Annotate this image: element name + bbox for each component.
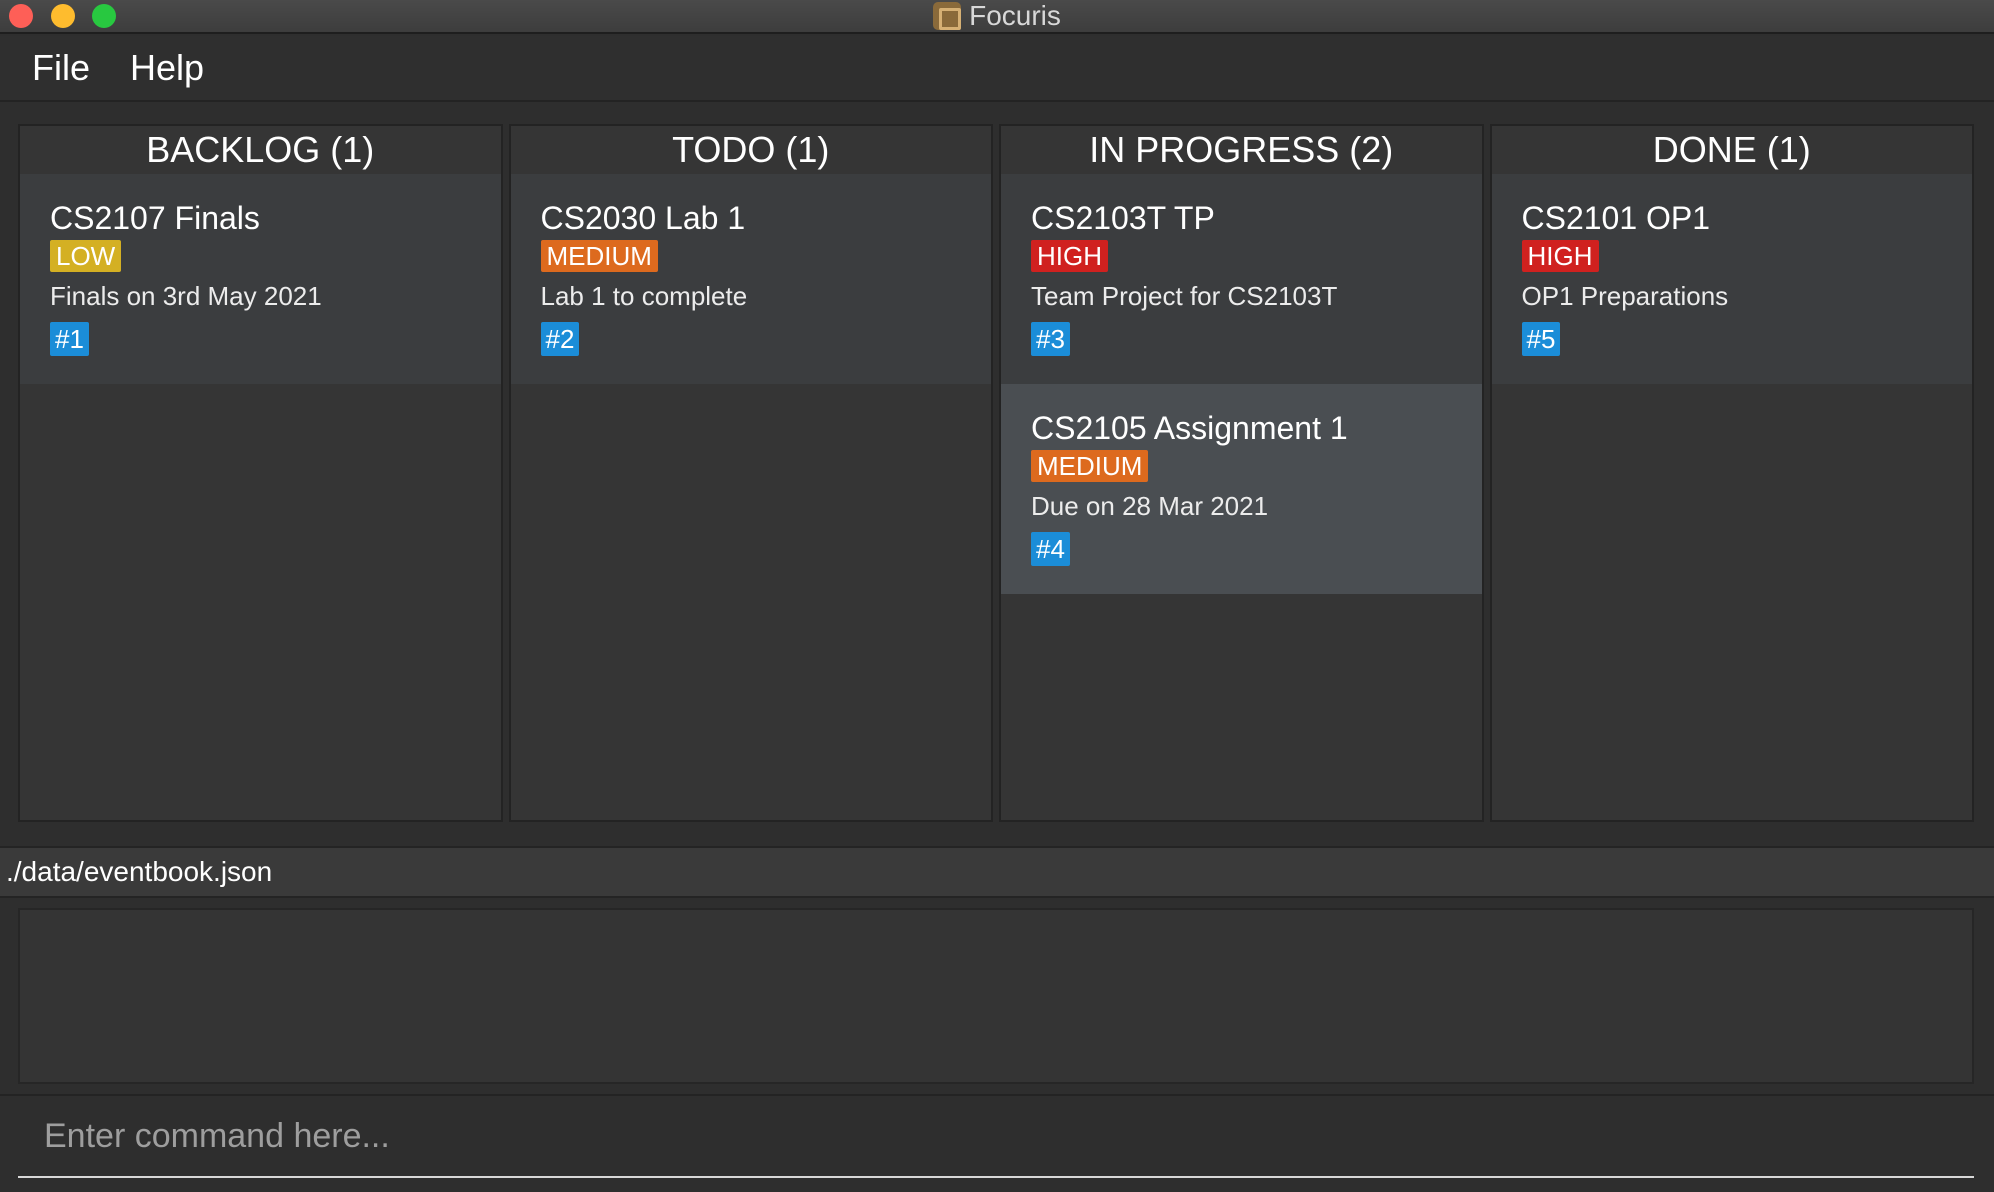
task-description: Team Project for CS2103T bbox=[1031, 281, 1338, 311]
task-title: CS2030 Lab 1 bbox=[540, 200, 746, 236]
priority-badge: LOW bbox=[50, 240, 122, 272]
command-input[interactable] bbox=[18, 1096, 1974, 1178]
task-id-badge: #4 bbox=[1031, 532, 1070, 566]
task-description: Lab 1 to complete bbox=[540, 281, 748, 311]
column-header: IN PROGRESS (2) bbox=[1001, 126, 1482, 174]
data-file-path: ./data/eventbook.json bbox=[6, 856, 273, 887]
task-card[interactable]: CS2101 OP1 HIGH OP1 Preparations #5 bbox=[1491, 174, 1972, 384]
task-description: OP1 Preparations bbox=[1521, 281, 1729, 311]
task-id-badge: #3 bbox=[1031, 322, 1070, 356]
window-titlebar: Focuris bbox=[0, 0, 1994, 34]
menu-file[interactable]: File bbox=[32, 47, 90, 89]
task-card[interactable]: CS2105 Assignment 1 MEDIUM Due on 28 Mar… bbox=[1001, 384, 1482, 594]
task-card[interactable]: CS2107 Finals LOW Finals on 3rd May 2021… bbox=[20, 174, 501, 384]
result-display[interactable] bbox=[18, 908, 1974, 1084]
column-header: TODO (1) bbox=[510, 126, 991, 174]
column-header: DONE (1) bbox=[1491, 126, 1972, 174]
column-todo: TODO (1) CS2030 Lab 1 MEDIUM Lab 1 to co… bbox=[508, 124, 993, 822]
menu-help[interactable]: Help bbox=[130, 47, 204, 89]
app-logo-icon bbox=[933, 2, 962, 30]
task-card[interactable]: CS2030 Lab 1 MEDIUM Lab 1 to complete #2 bbox=[510, 174, 991, 384]
status-bar: ./data/eventbook.json bbox=[0, 846, 1994, 898]
column-header: BACKLOG (1) bbox=[20, 126, 501, 174]
task-id-badge: #1 bbox=[50, 322, 89, 356]
task-title: CS2107 Finals bbox=[50, 200, 260, 236]
task-title: CS2103T TP bbox=[1031, 200, 1215, 236]
priority-badge: MEDIUM bbox=[1031, 450, 1149, 482]
task-title: CS2101 OP1 bbox=[1521, 200, 1711, 236]
kanban-board: BACKLOG (1) CS2107 Finals LOW Finals on … bbox=[18, 124, 1974, 822]
window-title: Focuris bbox=[969, 0, 1061, 31]
task-title: CS2105 Assignment 1 bbox=[1031, 410, 1348, 446]
column-backlog: BACKLOG (1) CS2107 Finals LOW Finals on … bbox=[18, 124, 503, 822]
task-description: Due on 28 Mar 2021 bbox=[1031, 491, 1269, 521]
command-box bbox=[0, 1094, 1994, 1192]
column-in-progress: IN PROGRESS (2) CS2103T TP HIGH Team Pro… bbox=[999, 124, 1484, 822]
priority-badge: HIGH bbox=[1031, 240, 1108, 272]
task-id-badge: #5 bbox=[1521, 322, 1561, 356]
priority-badge: MEDIUM bbox=[540, 240, 658, 272]
task-card[interactable]: CS2103T TP HIGH Team Project for CS2103T… bbox=[1001, 174, 1482, 384]
priority-badge: HIGH bbox=[1521, 240, 1599, 272]
task-description: Finals on 3rd May 2021 bbox=[50, 281, 322, 311]
task-id-badge: #2 bbox=[540, 322, 580, 356]
window-title-group: Focuris bbox=[0, 0, 1994, 32]
column-done: DONE (1) CS2101 OP1 HIGH OP1 Preparation… bbox=[1489, 124, 1974, 822]
menu-bar: File Help bbox=[0, 36, 1994, 102]
